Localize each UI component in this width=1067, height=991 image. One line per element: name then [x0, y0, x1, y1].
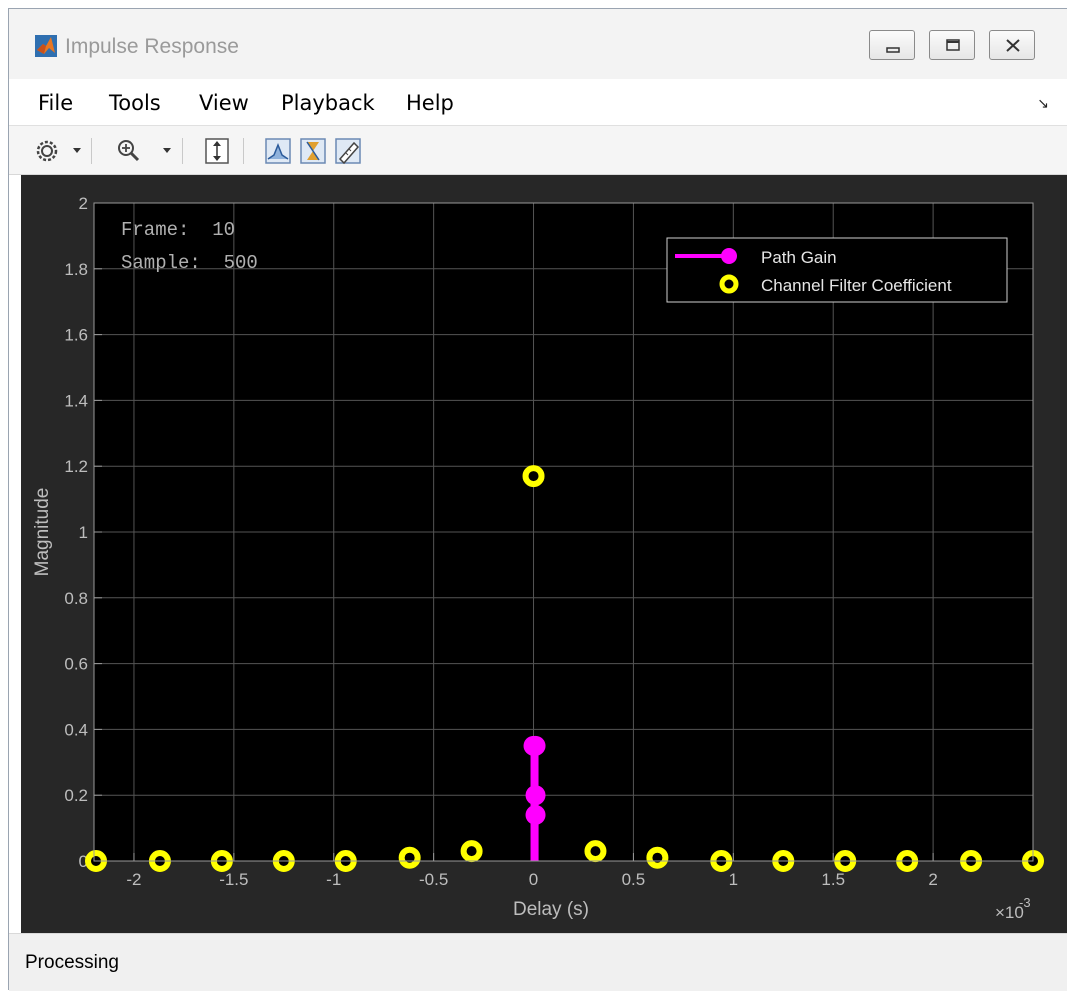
path-gain-marker: [525, 804, 546, 825]
toolbar: [9, 125, 1067, 175]
x-exponent-power: -3: [1019, 895, 1031, 910]
measure-icon[interactable]: [334, 137, 362, 165]
scale-axes-icon[interactable]: [203, 137, 231, 165]
minimize-button[interactable]: [869, 30, 915, 60]
legend-channel-filter-label: Channel Filter Coefficient: [761, 276, 952, 295]
y-tick-label: 1: [79, 523, 88, 542]
legend-channel-filter-marker: [719, 274, 739, 294]
menu-view[interactable]: View: [199, 91, 249, 115]
maximize-icon: [946, 39, 960, 51]
channel-filter-marker: [398, 846, 421, 869]
settings-dropdown-icon[interactable]: [73, 148, 81, 153]
x-tick-label: -1.5: [219, 870, 248, 889]
y-tick-label: 1.6: [64, 326, 88, 345]
legend-path-gain-marker: [721, 248, 737, 264]
y-tick-label: 1.8: [64, 260, 88, 279]
menu-bar: File Tools View Playback Help ↘: [9, 79, 1067, 125]
y-axis-label: Magnitude: [32, 488, 53, 577]
toolbar-separator: [182, 138, 183, 164]
plot-panel: -2 -1.5 -1 -0.5 0 0.5 1 1.5 2 0 0.2 0.4 0.6 0.8 1 1.2 1.…: [21, 175, 1067, 933]
x-tick-label: 1: [729, 870, 738, 889]
menu-help[interactable]: Help: [406, 91, 454, 115]
impulse-response-chart: -2 -1.5 -1 -0.5 0 0.5 1 1.5 200.20.40.60.811.21.…: [32, 194, 1044, 922]
y-tick-label: 0.4: [64, 720, 88, 739]
toolbar-separator: [243, 138, 244, 164]
channel-filter-marker: [460, 840, 483, 863]
zoom-dropdown-icon[interactable]: [163, 148, 171, 153]
x-tick-label: 1.5: [821, 870, 845, 889]
status-bar: Processing: [9, 933, 1067, 991]
frame-readout: Frame: 10: [121, 219, 235, 241]
y-tick-label: 0.2: [64, 786, 88, 805]
channel-filter-marker: [584, 840, 607, 863]
channel-filter-marker: [646, 846, 669, 869]
menu-file[interactable]: File: [38, 91, 73, 115]
undock-icon[interactable]: ↘: [1037, 95, 1049, 112]
window-title: Impulse Response: [65, 35, 239, 58]
menu-tools[interactable]: Tools: [109, 91, 161, 115]
close-icon: [1006, 39, 1020, 52]
x-tick-label: 2: [928, 870, 937, 889]
y-tick-label: 1.2: [64, 457, 88, 476]
x-tick-label: 0: [529, 870, 538, 889]
legend[interactable]: Path Gain Channel Filter Coefficient: [666, 237, 1008, 303]
minimize-icon: [886, 47, 900, 53]
x-tick-label: -2: [126, 870, 141, 889]
status-text: Processing: [25, 952, 119, 973]
legend-path-gain-label: Path Gain: [761, 248, 837, 267]
x-tick-label: 0.5: [622, 870, 646, 889]
y-tick-label: 1.4: [64, 391, 88, 410]
y-tick-label: 2: [79, 194, 88, 213]
matlab-logo-icon: [35, 35, 57, 57]
channel-filter-marker: [522, 465, 545, 488]
data-cursor-icon[interactable]: [299, 137, 327, 165]
y-tick-label: 0.6: [64, 655, 88, 674]
sample-readout: Sample: 500: [121, 252, 258, 274]
title-bar[interactable]: Impulse Response: [9, 9, 1067, 79]
figure-window: Impulse Response File Tools View Playbac…: [8, 8, 1067, 991]
peak-finder-icon[interactable]: [264, 137, 292, 165]
path-gain-marker: [525, 785, 546, 806]
menu-playback[interactable]: Playback: [281, 91, 375, 115]
x-tick-label: -0.5: [419, 870, 448, 889]
toolbar-separator: [91, 138, 92, 164]
x-tick-label: -1: [326, 870, 341, 889]
y-tick-label: 0.8: [64, 589, 88, 608]
zoom-in-icon[interactable]: [115, 137, 143, 165]
maximize-button[interactable]: [929, 30, 975, 60]
settings-icon[interactable]: [33, 137, 61, 165]
path-gain-marker: [525, 735, 546, 756]
x-axis-label: Delay (s): [513, 899, 589, 920]
close-button[interactable]: [989, 30, 1035, 60]
